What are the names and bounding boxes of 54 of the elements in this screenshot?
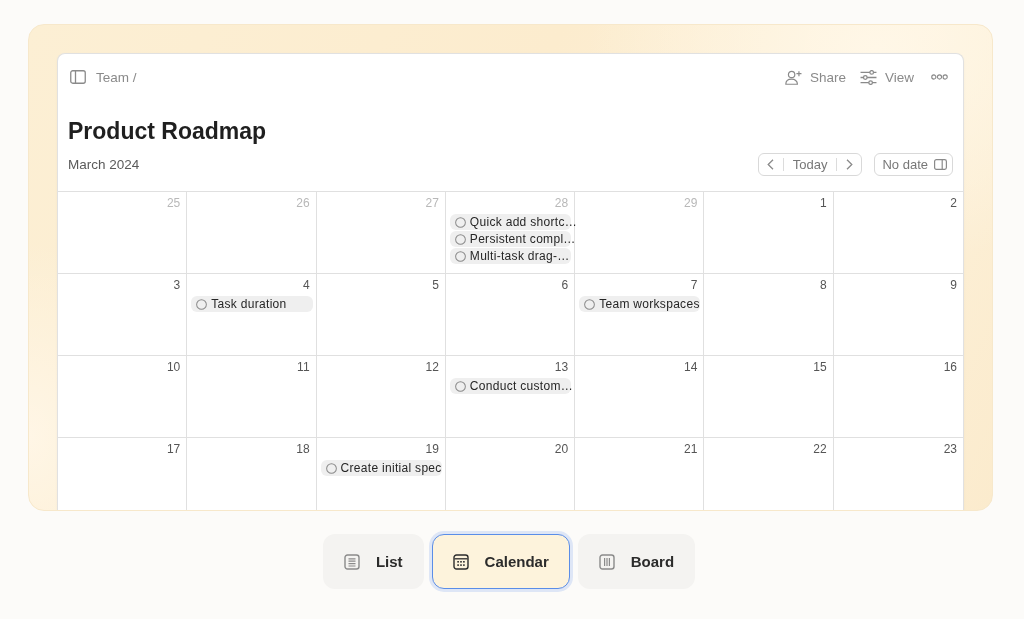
day-number: 29 xyxy=(684,196,698,210)
today-button[interactable]: Today xyxy=(783,154,837,175)
day-number: 8 xyxy=(820,278,827,292)
day-number: 19 xyxy=(425,442,439,456)
view-button[interactable]: View xyxy=(859,67,914,87)
no-date-button[interactable]: No date xyxy=(874,153,953,176)
task-chip[interactable]: Create initial spec xyxy=(320,460,442,476)
chevron-right-icon xyxy=(845,159,853,170)
day-number: 14 xyxy=(684,360,698,374)
breadcrumb-link[interactable]: Team / xyxy=(96,69,137,85)
task-chip[interactable]: Multi-task drag-… xyxy=(449,248,572,264)
day-number: 17 xyxy=(166,442,181,456)
sidebar-icon[interactable] xyxy=(70,70,86,84)
view-tab[interactable]: List xyxy=(322,534,424,589)
day-number: 16 xyxy=(943,360,957,374)
person-plus-icon xyxy=(784,69,802,85)
more-icon[interactable] xyxy=(931,74,948,80)
view-tab[interactable]: Board xyxy=(577,534,696,589)
day-number: 4 xyxy=(302,278,310,292)
share-button[interactable]: Share xyxy=(784,67,846,87)
day-number: 26 xyxy=(296,196,310,210)
day-number: 5 xyxy=(432,278,439,292)
day-number: 12 xyxy=(425,360,439,374)
task-chip[interactable]: Persistent compl… xyxy=(449,231,572,247)
day-number: 21 xyxy=(684,442,698,456)
side-panel-icon xyxy=(934,159,947,170)
calendar-icon xyxy=(452,553,469,570)
list-icon xyxy=(343,553,360,570)
day-number: 10 xyxy=(166,360,181,374)
day-number: 7 xyxy=(690,278,698,292)
view-tab[interactable]: Calendar xyxy=(431,534,570,589)
sliders-icon xyxy=(859,69,877,85)
day-number: 11 xyxy=(297,360,310,374)
day-number: 23 xyxy=(943,442,957,456)
day-number: 3 xyxy=(173,278,181,292)
day-number: 1 xyxy=(820,196,827,210)
task-chip[interactable]: Conduct custom… xyxy=(449,378,572,394)
chevron-left-icon xyxy=(767,159,775,170)
day-number: 9 xyxy=(950,278,957,292)
day-number: 22 xyxy=(813,442,827,456)
page-title: Product Roadmap xyxy=(68,117,268,145)
task-chip[interactable]: Task duration xyxy=(191,296,313,312)
day-number: 27 xyxy=(425,196,439,210)
task-chip[interactable]: Team workspaces xyxy=(579,296,701,312)
day-number: 25 xyxy=(166,196,181,210)
day-number: 2 xyxy=(950,196,957,210)
columns-icon xyxy=(598,553,615,570)
day-number: 15 xyxy=(813,360,827,374)
day-number: 18 xyxy=(296,442,310,456)
day-number: 28 xyxy=(554,196,569,210)
day-number: 13 xyxy=(554,360,569,374)
day-number: 20 xyxy=(554,442,569,456)
day-number: 6 xyxy=(561,278,569,292)
month-label: March 2024 xyxy=(68,157,140,172)
